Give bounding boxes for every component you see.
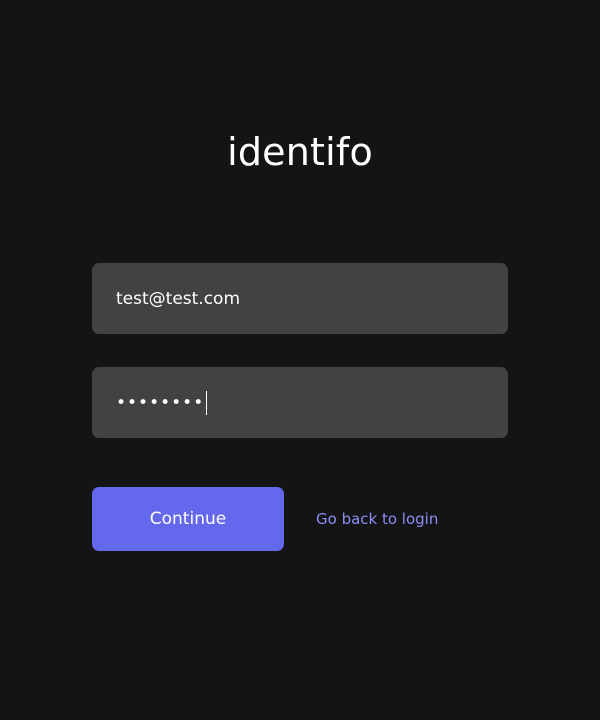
continue-button[interactable]: Continue	[92, 487, 284, 551]
email-field[interactable]: test@test.com	[92, 263, 508, 334]
text-caret	[206, 390, 208, 415]
password-field[interactable]: ••••••••	[92, 367, 508, 438]
go-back-to-login-link[interactable]: Go back to login	[316, 507, 438, 531]
password-value: ••••••••	[116, 392, 205, 413]
email-value: test@test.com	[116, 288, 241, 309]
brand-logo: identifo	[227, 130, 373, 174]
